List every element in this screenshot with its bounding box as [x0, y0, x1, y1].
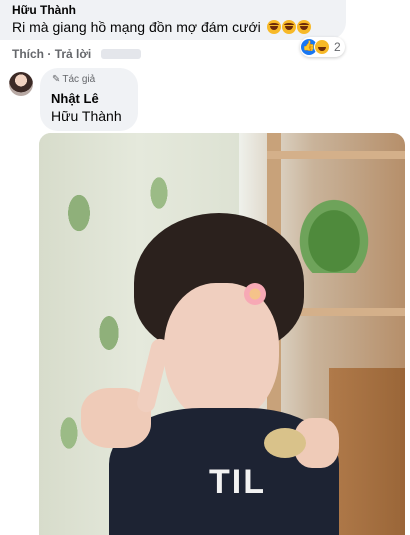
emoji-group: [266, 20, 312, 37]
reply-bubble: ✎ Tác giả Nhật Lê Hữu Thành: [40, 68, 138, 131]
action-separator: ·: [47, 47, 52, 61]
reply-author[interactable]: Nhật Lê: [51, 91, 99, 106]
author-badge: ✎ Tác giả: [52, 74, 95, 85]
reaction-count: 2: [334, 40, 341, 54]
laughing-emoji-icon: [296, 20, 311, 34]
pen-icon: ✎: [52, 74, 61, 85]
comment-text-content: Ri mà giang hồ mạng đồn mợ đám cưới: [12, 19, 261, 35]
reply-mention[interactable]: Hữu Thành: [51, 108, 122, 124]
shelf-board: [267, 151, 405, 159]
timestamp-blurred: [100, 49, 141, 59]
like-link[interactable]: Thích: [12, 47, 44, 61]
cracker: [264, 428, 306, 458]
shirt-text: TIL: [209, 463, 266, 501]
reply-link[interactable]: Trả lời: [55, 47, 92, 61]
laughing-emoji-icon: [266, 20, 281, 34]
comment-actions: Thích · Trả lời: [12, 47, 141, 61]
plant: [294, 193, 374, 273]
reaction-summary[interactable]: 👍 2: [300, 37, 345, 57]
comment-bubble: Hữu Thành Ri mà giang hồ mạng đồn mợ đám…: [0, 0, 346, 40]
comment-author[interactable]: Hữu Thành: [12, 3, 76, 17]
hair-clip: [244, 283, 266, 305]
attached-photo[interactable]: TIL: [39, 133, 405, 535]
comment-text: Ri mà giang hồ mạng đồn mợ đám cưới: [12, 19, 312, 37]
chair: [329, 368, 405, 535]
child-face: [164, 283, 279, 423]
avatar[interactable]: [9, 72, 33, 96]
laughing-emoji-icon: [281, 20, 296, 34]
haha-reaction-icon: [314, 39, 330, 55]
author-badge-label: Tác giả: [62, 74, 96, 85]
